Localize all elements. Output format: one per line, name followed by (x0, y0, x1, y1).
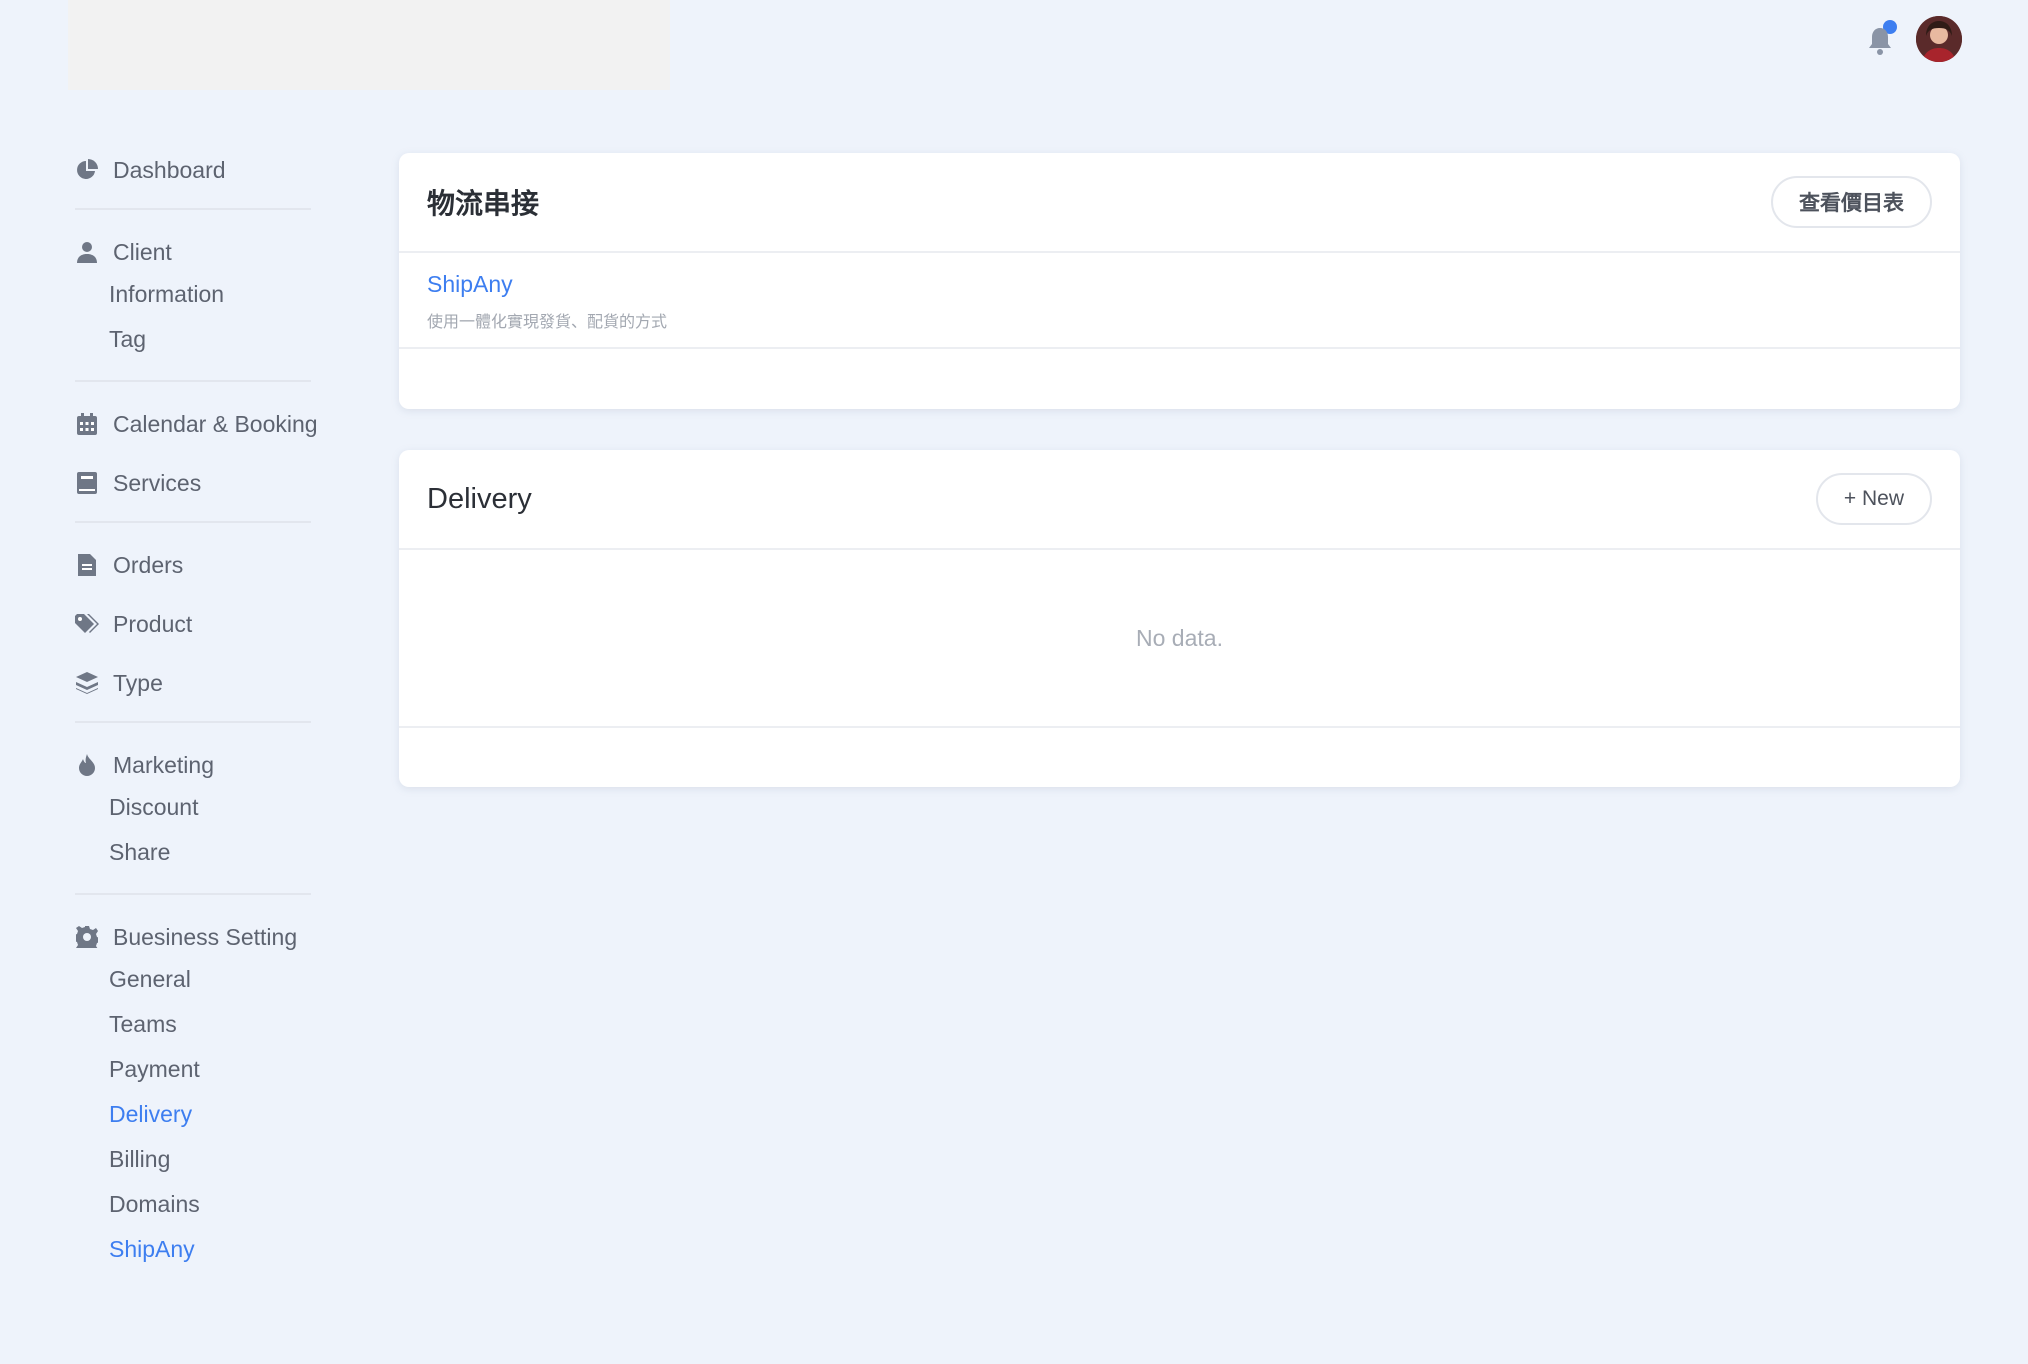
sidebar-item-label: Services (113, 469, 202, 496)
logo-placeholder (68, 0, 670, 90)
sidebar-subitem-information[interactable]: Information (75, 272, 375, 317)
sidebar-subitem-discount[interactable]: Discount (75, 785, 375, 830)
gear-icon (75, 925, 99, 949)
sidebar-subitem-delivery[interactable]: Delivery (75, 1092, 375, 1137)
sidebar-item-label: Marketing (113, 751, 214, 778)
delivery-card: Delivery + New No data. (399, 450, 1960, 787)
sidebar-subitem-general[interactable]: General (75, 957, 375, 1002)
sidebar-item-services[interactable]: Services (75, 463, 375, 503)
topbar-actions (1862, 16, 1962, 62)
sidebar-divider (75, 521, 311, 523)
sidebar-divider (75, 380, 311, 382)
sidebar-item-label: Product (113, 610, 193, 637)
user-icon (75, 240, 99, 264)
tags-icon (75, 612, 99, 636)
delivery-card-header: Delivery + New (399, 450, 1960, 550)
shipany-description: 使用一體化實現發貨、配貨的方式 (427, 314, 668, 331)
view-price-list-button[interactable]: 查看價目表 (1771, 176, 1932, 228)
shipany-link[interactable]: ShipAny (427, 271, 1932, 298)
list-item: ShipAny 使用一體化實現發貨、配貨的方式 (399, 253, 1960, 349)
sidebar-item-label: Orders (113, 551, 184, 578)
sidebar-item-calendar[interactable]: Calendar & Booking (75, 404, 375, 444)
calendar-icon (75, 412, 99, 436)
sidebar-item-label: Dashboard (113, 156, 226, 183)
sidebar-item-business-setting[interactable]: Buesiness Setting (75, 917, 375, 957)
sidebar-item-label: Calendar & Booking (113, 410, 318, 437)
sidebar-subitem-billing[interactable]: Billing (75, 1137, 375, 1182)
sidebar-subitem-tag[interactable]: Tag (75, 317, 375, 362)
logistics-card: 物流串接 查看價目表 ShipAny 使用一體化實現發貨、配貨的方式 (399, 153, 1960, 409)
empty-state: No data. (399, 550, 1960, 728)
sidebar-item-product[interactable]: Product (75, 604, 375, 644)
sidebar-subitem-share[interactable]: Share (75, 830, 375, 875)
card-title: 物流串接 (427, 188, 540, 219)
sidebar-item-label: Buesiness Setting (113, 923, 298, 950)
sidebar-divider (75, 721, 311, 723)
sidebar-divider (75, 893, 311, 895)
avatar[interactable] (1916, 16, 1962, 62)
sidebar-item-orders[interactable]: Orders (75, 545, 375, 585)
sidebar-item-label: Client (113, 238, 172, 265)
layers-icon (75, 671, 99, 695)
sidebar-item-label: Type (113, 669, 163, 696)
sidebar-item-type[interactable]: Type (75, 663, 375, 703)
book-icon (75, 471, 99, 495)
sidebar-item-client[interactable]: Client (75, 232, 375, 272)
notification-button[interactable] (1862, 16, 1900, 62)
sidebar-subitem-payment[interactable]: Payment (75, 1047, 375, 1092)
sidebar-subitem-domains[interactable]: Domains (75, 1182, 375, 1227)
empty-state-text: No data. (1136, 624, 1223, 651)
file-icon (75, 553, 99, 577)
card-title: Delivery (427, 482, 532, 515)
sidebar: Dashboard Client Information Tag Calenda… (75, 150, 375, 1272)
new-delivery-button[interactable]: + New (1815, 473, 1932, 525)
sidebar-subitem-shipany[interactable]: ShipAny (75, 1227, 375, 1272)
sidebar-item-marketing[interactable]: Marketing (75, 745, 375, 785)
fire-icon (75, 753, 99, 777)
sidebar-item-dashboard[interactable]: Dashboard (75, 150, 375, 190)
logistics-card-header: 物流串接 查看價目表 (399, 153, 1960, 253)
bell-icon (1869, 28, 1891, 55)
avatar-image (1916, 16, 1962, 62)
sidebar-divider (75, 208, 311, 210)
pie-chart-icon (75, 158, 99, 182)
sidebar-subitem-teams[interactable]: Teams (75, 1002, 375, 1047)
